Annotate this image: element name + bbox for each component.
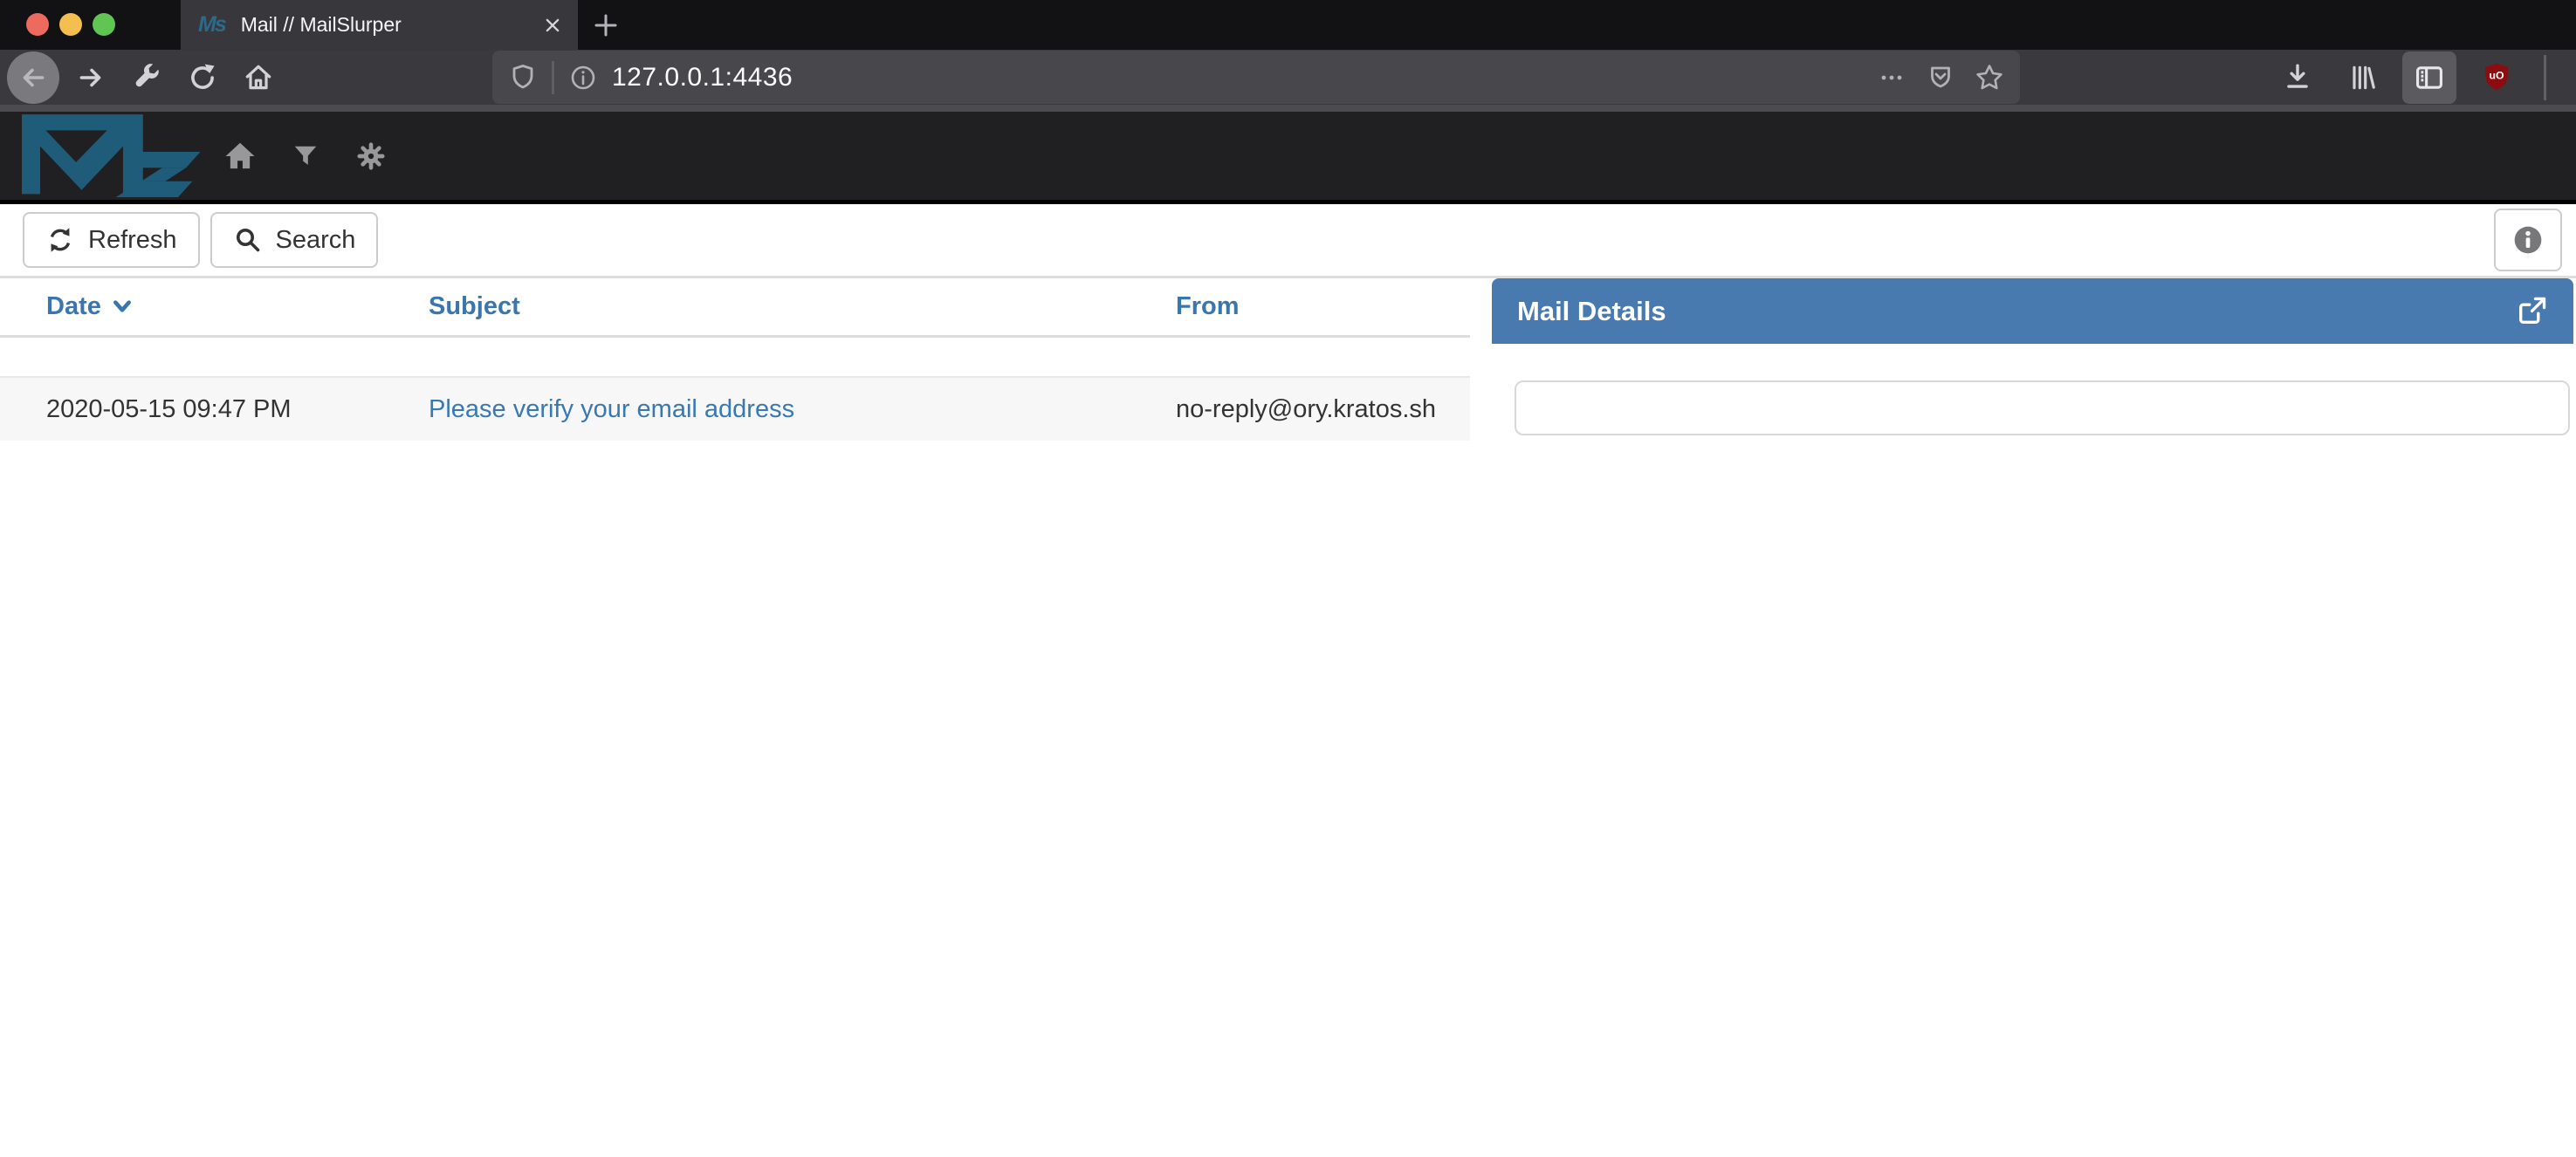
ublock-shield-icon: uO (2480, 61, 2513, 94)
mail-from: no-reply@ory.kratos.sh (1152, 377, 1470, 441)
url-text: 127.0.0.1:4436 (612, 63, 793, 92)
mail-list: Date Subject From 2020-05-15 09:47 PM (0, 278, 1470, 441)
overflow-ellipsis-icon[interactable] (1877, 63, 1906, 92)
mail-details-panel: Mail Details (1492, 278, 2573, 435)
site-info-icon[interactable] (568, 63, 598, 92)
back-button[interactable] (7, 51, 59, 104)
pocket-icon[interactable] (1926, 63, 1955, 92)
mail-details-heading: Mail Details (1492, 278, 2573, 344)
forward-icon (75, 62, 106, 93)
main-content: Date Subject From 2020-05-15 09:47 PM (0, 278, 2576, 1143)
reload-icon (187, 62, 218, 93)
bookmark-star-icon[interactable] (1975, 63, 2004, 92)
new-tab-button[interactable] (587, 7, 625, 44)
column-header-date[interactable]: Date (0, 278, 407, 336)
mail-row: 2020-05-15 09:47 PM Please verify your e… (0, 377, 1470, 441)
window-close-button[interactable] (26, 13, 49, 36)
browser-navbar: 127.0.0.1:4436 uO (0, 50, 2576, 112)
filter-funnel-icon (292, 142, 319, 170)
browser-titlebar: Ms Mail // MailSlurper (0, 0, 2576, 50)
downloads-button[interactable] (2273, 53, 2322, 102)
home-icon (243, 62, 274, 93)
mail-details-empty-box (1515, 380, 2570, 435)
search-button[interactable]: Search (210, 212, 379, 268)
app-settings-button[interactable] (347, 132, 395, 181)
action-toolbar: Refresh Search (0, 204, 2576, 278)
ublock-origin-button[interactable]: uO (2472, 53, 2521, 102)
app-home-button[interactable] (216, 132, 264, 181)
info-button[interactable] (2494, 209, 2562, 271)
window-zoom-button[interactable] (93, 13, 115, 36)
column-header-from[interactable]: From (1152, 278, 1470, 336)
mail-date: 2020-05-15 09:47 PM (0, 377, 407, 441)
search-icon (233, 225, 263, 255)
gear-icon (355, 140, 387, 172)
menu-button[interactable] (2569, 53, 2576, 102)
home-button[interactable] (234, 53, 283, 102)
mailslurper-logo (22, 114, 205, 198)
urlbar-divider (552, 61, 554, 94)
reload-button[interactable] (178, 53, 227, 102)
plus-icon (591, 10, 621, 40)
library-icon (2346, 62, 2378, 93)
app-filter-button[interactable] (281, 132, 330, 181)
refresh-button-label: Refresh (88, 226, 177, 255)
mail-details-title: Mail Details (1517, 296, 1666, 327)
svg-text:uO: uO (2489, 69, 2504, 81)
download-icon (2282, 62, 2313, 93)
library-button[interactable] (2338, 53, 2387, 102)
column-header-subject[interactable]: Subject (407, 278, 1152, 336)
info-circle-icon (2512, 224, 2544, 256)
open-in-new-window-button[interactable] (2515, 295, 2548, 328)
app-header (0, 112, 2576, 204)
mailslurper-favicon-icon: Ms (198, 12, 225, 38)
tracking-shield-icon[interactable] (508, 63, 538, 92)
sidebar-button[interactable] (2402, 51, 2456, 104)
window-minimize-button[interactable] (59, 13, 82, 36)
refresh-button[interactable]: Refresh (23, 212, 200, 268)
page-tools-button[interactable] (122, 53, 171, 102)
sidebar-icon (2413, 61, 2446, 94)
tab-close-icon[interactable] (541, 14, 564, 37)
back-icon (17, 62, 49, 93)
home-icon (223, 139, 258, 174)
url-bar[interactable]: 127.0.0.1:4436 (492, 51, 2020, 104)
mail-details-body (1492, 344, 2573, 435)
mail-subject-link[interactable]: Please verify your email address (429, 395, 794, 423)
tab-title: Mail // MailSlurper (241, 13, 402, 37)
sort-desc-icon (112, 297, 133, 316)
forward-button[interactable] (66, 53, 115, 102)
browser-tab[interactable]: Ms Mail // MailSlurper (181, 0, 578, 50)
empty-row (0, 336, 1470, 377)
refresh-icon (45, 225, 75, 255)
wrench-icon (131, 62, 162, 93)
search-button-label: Search (276, 226, 356, 255)
toolbar-divider (2544, 55, 2546, 100)
external-link-icon (2515, 295, 2548, 328)
